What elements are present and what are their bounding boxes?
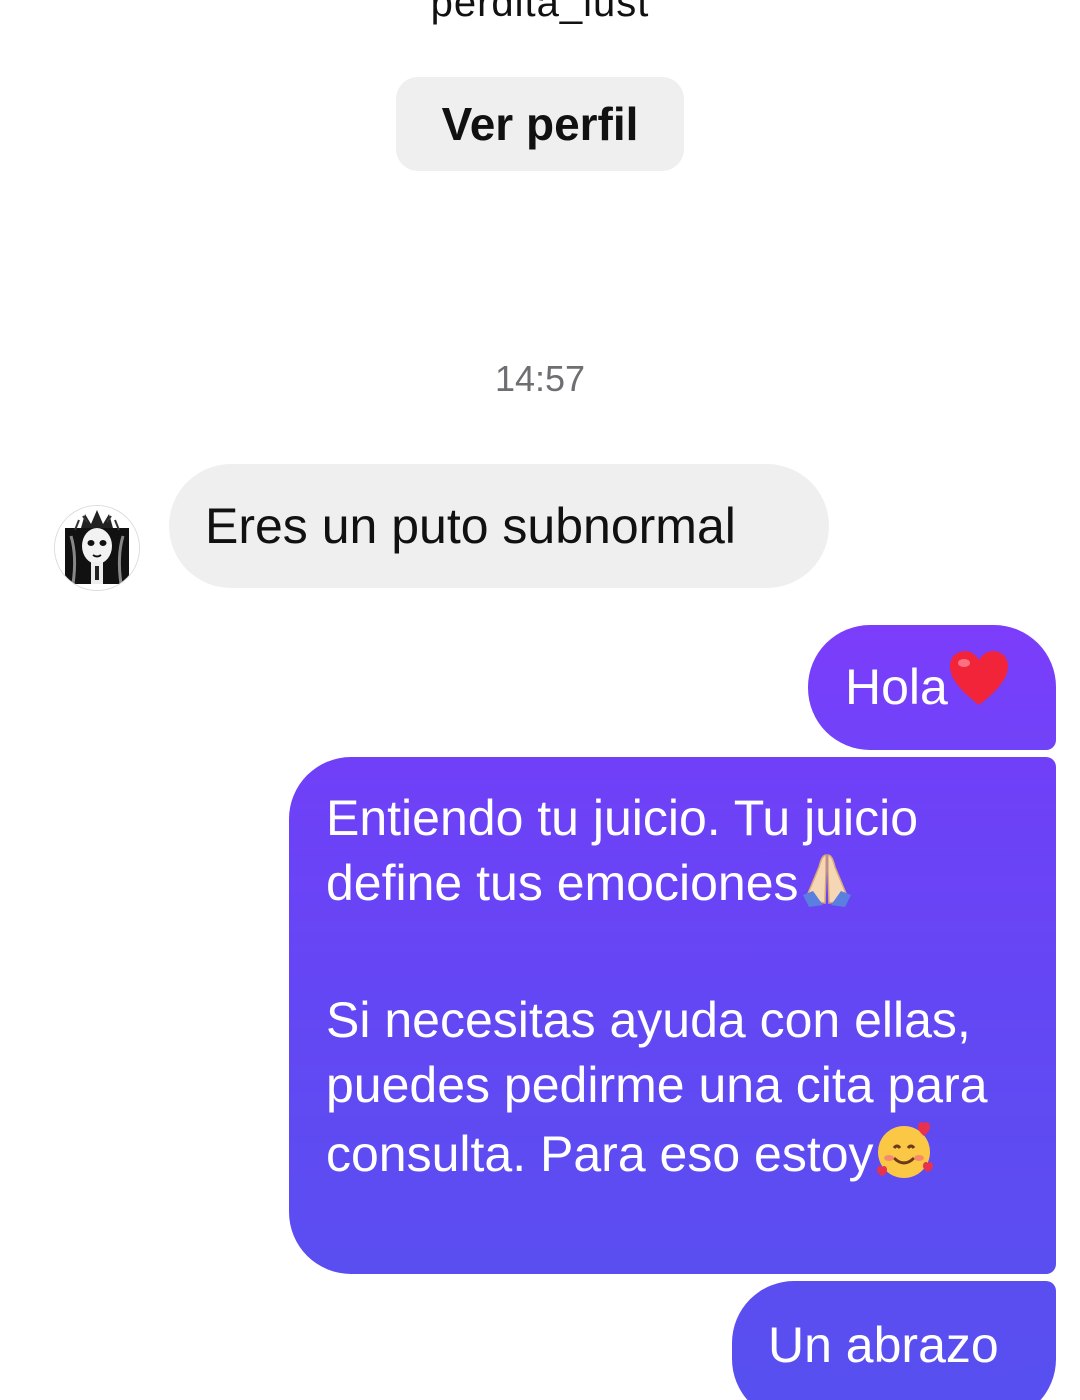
outgoing-message[interactable]: Un abrazo bbox=[732, 1281, 1056, 1400]
folded-hands-icon bbox=[799, 851, 855, 923]
message-paragraph: Si necesitas ayuda con ellas, puedes ped… bbox=[326, 988, 1026, 1198]
incoming-message[interactable]: Eres un puto subnormal bbox=[169, 464, 829, 588]
outgoing-message[interactable]: Entiendo tu juicio. Tu juicio define tus … bbox=[289, 757, 1056, 1274]
profile-username: perdita_lust bbox=[430, 0, 650, 25]
chat-screen: perdita_lust Ver perfil 14:57 Eres un pu… bbox=[0, 0, 1080, 1400]
message-text-line: Entiendo tu juicio. Tu juicio bbox=[326, 790, 919, 846]
message-text: Hola bbox=[845, 659, 948, 715]
red-heart-icon bbox=[948, 628, 1010, 753]
outgoing-message[interactable]: Hola bbox=[808, 625, 1056, 750]
avatar[interactable] bbox=[54, 505, 140, 591]
smiling-face-with-hearts-icon bbox=[874, 1118, 938, 1198]
avatar-image bbox=[55, 506, 139, 590]
message-timestamp: 14:57 bbox=[494, 358, 586, 399]
view-profile-button[interactable]: Ver perfil bbox=[396, 77, 684, 171]
message-text-line: define tus emociones bbox=[326, 851, 1026, 923]
